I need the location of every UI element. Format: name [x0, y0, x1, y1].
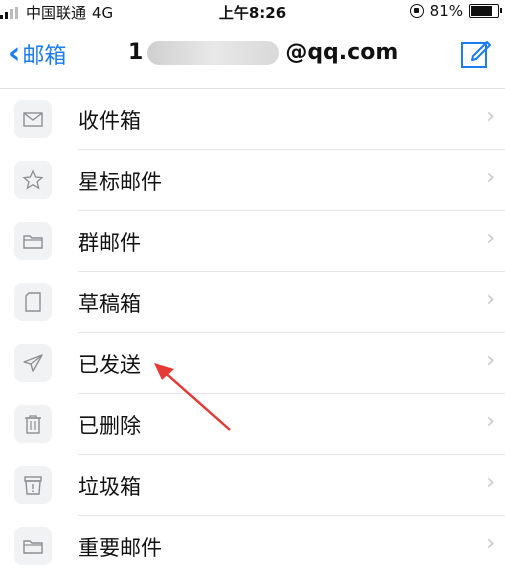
account-domain: @qq.com: [285, 40, 399, 65]
folder-row[interactable]: 垃圾箱 ›: [0, 455, 505, 516]
inbox-icon: [14, 100, 52, 138]
folder-row[interactable]: 已发送 ›: [0, 333, 505, 394]
compose-icon[interactable]: [459, 36, 493, 70]
account-title: 1 @qq.com: [128, 40, 398, 65]
folder-label: 已删除: [78, 414, 141, 438]
draft-icon: [14, 283, 52, 321]
chevron-right-icon: ›: [486, 348, 495, 373]
back-button[interactable]: ‹ 邮箱: [8, 38, 66, 70]
folder-label: 群邮件: [78, 231, 141, 255]
folder-row[interactable]: 群邮件 ›: [0, 211, 505, 272]
annotation-arrow: [154, 363, 231, 431]
battery-percent: 81%: [429, 2, 463, 20]
chevron-right-icon: ›: [486, 226, 495, 251]
star-icon: [14, 161, 52, 199]
chevron-right-icon: ›: [486, 104, 495, 129]
chevron-right-icon: ›: [486, 531, 495, 556]
folder-row[interactable]: 已删除 ›: [0, 394, 505, 455]
folder-icon: [14, 222, 52, 260]
trash-icon: [14, 405, 52, 443]
folder-label: 已发送: [78, 353, 141, 377]
folder-label: 收件箱: [78, 109, 141, 133]
nav-bar: ‹ 邮箱 1 @qq.com: [0, 22, 505, 89]
spam-icon: [14, 466, 52, 504]
folder-row[interactable]: 星标邮件 ›: [0, 150, 505, 211]
chevron-right-icon: ›: [486, 165, 495, 190]
status-bar: 中国联通 4G 上午8:26 81%: [0, 0, 505, 22]
chevron-right-icon: ›: [486, 470, 495, 495]
battery-info: 81%: [409, 2, 502, 20]
chevron-right-icon: ›: [486, 287, 495, 312]
folder-icon: [14, 527, 52, 565]
folder-row[interactable]: 收件箱 ›: [0, 89, 505, 150]
orientation-lock-icon: [409, 4, 424, 18]
sent-icon: [14, 344, 52, 382]
folder-label: 星标邮件: [78, 170, 162, 194]
battery-icon: [469, 4, 502, 18]
chevron-right-icon: ›: [486, 409, 495, 434]
folder-label: 垃圾箱: [78, 475, 141, 499]
chevron-left-icon: ‹: [8, 36, 21, 71]
folder-row[interactable]: 重要邮件 ›: [0, 516, 505, 577]
folder-list: 收件箱 › 星标邮件 › 群邮件 › 草稿箱 › 已发送 › 已删除 › 垃圾箱 › 重要邮件 ›: [0, 89, 505, 577]
account-prefix: 1: [128, 40, 144, 65]
folder-label: 草稿箱: [78, 292, 141, 316]
redacted-account: [147, 40, 280, 65]
folder-row[interactable]: 草稿箱 ›: [0, 272, 505, 333]
folder-label: 重要邮件: [78, 536, 162, 560]
back-label: 邮箱: [22, 44, 67, 69]
